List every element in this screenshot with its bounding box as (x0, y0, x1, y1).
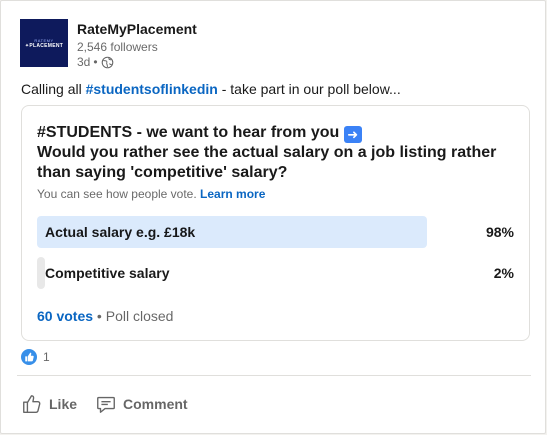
post-body: Calling all #studentsoflinkedin - take p… (21, 81, 401, 97)
comment-label: Comment (123, 396, 188, 412)
poll-votes-link[interactable]: 60 votes (37, 308, 93, 324)
poll-visibility-note: You can see how people vote. Learn more (37, 187, 265, 201)
author-name[interactable]: RateMyPlacement (77, 21, 197, 37)
like-button[interactable]: Like (19, 391, 79, 417)
thumbs-up-icon (23, 395, 41, 413)
poll-option-1-label: Actual salary e.g. £18k (45, 224, 196, 240)
globe-icon (101, 56, 113, 68)
post-text-after: - take part in our poll below... (217, 81, 401, 97)
social-actions: Like Comment (19, 391, 190, 417)
poll-option-1: Actual salary e.g. £18k 98% (37, 216, 514, 248)
hashtag-link[interactable]: #studentsoflinkedin (86, 81, 218, 97)
right-arrow-icon: ➜ (343, 126, 362, 143)
poll-question: #STUDENTS - we want to hear from you ➜ W… (37, 123, 507, 183)
post-card: RATEMY ✦PLACEMENT RateMyPlacement 2,546 … (0, 0, 546, 434)
poll-container: #STUDENTS - we want to hear from you ➜ W… (21, 105, 530, 341)
comment-button[interactable]: Comment (93, 391, 190, 417)
poll-option-2-label: Competitive salary (45, 265, 170, 281)
reactions-summary[interactable]: 1 (21, 349, 50, 365)
reaction-count: 1 (43, 350, 50, 364)
poll-option-2: Competitive salary 2% (37, 257, 514, 289)
like-reaction-icon (21, 349, 37, 365)
like-label: Like (49, 396, 78, 412)
post-text-before: Calling all (21, 81, 86, 97)
comment-icon (97, 396, 115, 413)
timestamp-separator: • (93, 55, 98, 69)
logo-text-bottom: ✦PLACEMENT (24, 42, 64, 49)
post-time: 3d (77, 55, 91, 69)
action-divider (17, 375, 531, 376)
poll-footer-separator: • (93, 308, 106, 324)
visibility-text: You can see how people vote. (37, 187, 197, 201)
poll-footer: 60 votes • Poll closed (37, 308, 173, 324)
poll-question-line1: #STUDENTS - we want to hear from you (37, 124, 340, 141)
poll-option-1-percent: 98% (485, 224, 514, 240)
follower-count: 2,546 followers (77, 40, 158, 54)
poll-question-line2: Would you rather see the actual salary o… (37, 144, 497, 181)
poll-status: Poll closed (105, 308, 174, 324)
learn-more-link[interactable]: Learn more (200, 187, 265, 201)
post-timestamp: 3d • (77, 55, 114, 69)
poll-option-2-percent: 2% (493, 265, 514, 281)
poll-option-2-bar (37, 257, 45, 289)
company-logo[interactable]: RATEMY ✦PLACEMENT (20, 19, 68, 67)
